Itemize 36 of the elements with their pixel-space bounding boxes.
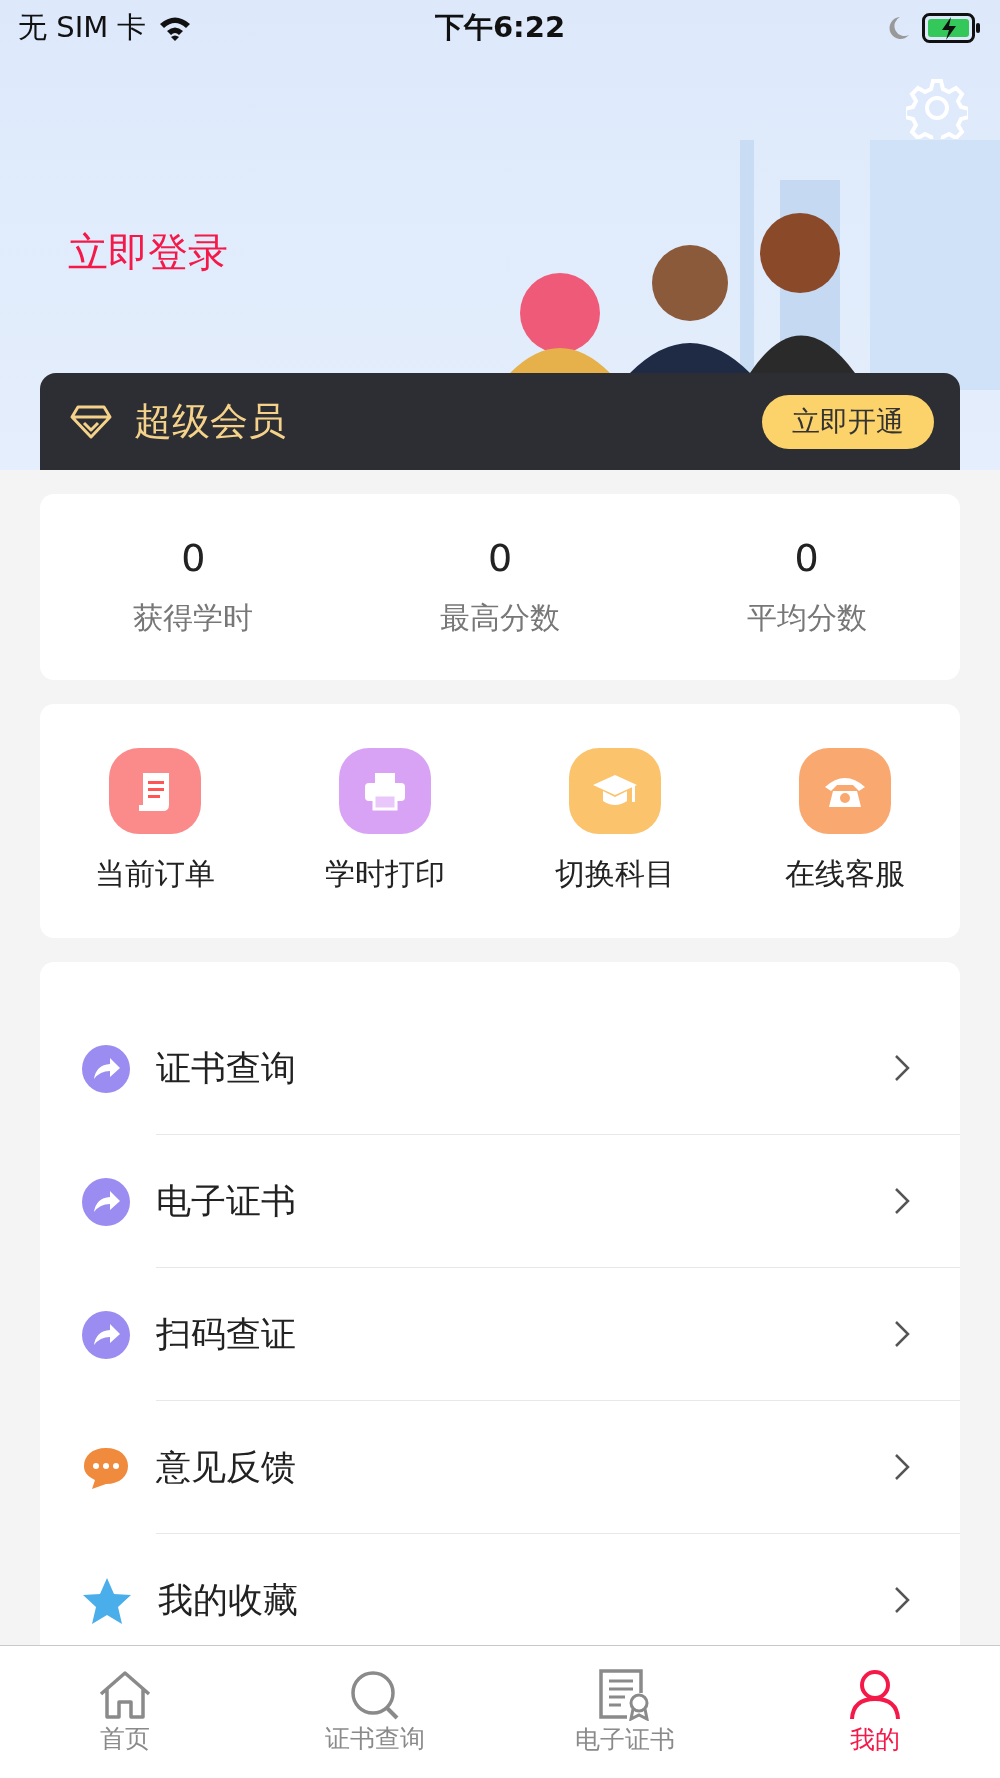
clock-time: 下午6:22 xyxy=(434,8,566,46)
menu-item[interactable]: 电子证书 xyxy=(156,1177,296,1225)
stat-value: 0 xyxy=(794,535,819,580)
shortcut-label[interactable]: 切换科目 xyxy=(555,853,675,895)
shortcut-label[interactable]: 当前订单 xyxy=(95,853,215,895)
shortcut-icon[interactable] xyxy=(339,747,431,834)
person-icon xyxy=(847,1668,903,1721)
chevron-right-icon xyxy=(894,1453,910,1481)
stat-label: 平均分数 xyxy=(746,598,867,637)
carrier-label: 无 SIM 卡 xyxy=(18,8,147,46)
stat-label: 获得学时 xyxy=(133,598,254,637)
battery-icon xyxy=(922,12,982,43)
shortcut-label[interactable]: 学时打印 xyxy=(325,853,445,895)
settings-icon[interactable] xyxy=(906,77,968,139)
stat-value: 0 xyxy=(181,535,206,580)
menu-item[interactable]: 我的收藏 xyxy=(158,1576,298,1624)
chat-bubble-icon xyxy=(82,1445,130,1490)
star-icon xyxy=(82,1576,132,1625)
diamond-icon xyxy=(70,403,112,440)
vip-title: 超级会员 xyxy=(134,398,286,445)
activate-button[interactable]: 立即开通 xyxy=(762,394,934,449)
stat-label: 最高分数 xyxy=(440,598,560,637)
tab-item[interactable]: 我的 xyxy=(750,1646,1000,1778)
menu-item[interactable]: 扫码查证 xyxy=(156,1310,296,1358)
chevron-right-icon xyxy=(894,1320,910,1348)
home-icon xyxy=(97,1669,153,1720)
chevron-right-icon xyxy=(894,1187,910,1215)
stat-value: 0 xyxy=(487,535,513,580)
shortcut-icon[interactable] xyxy=(799,747,891,834)
menu-item[interactable]: 意见反馈 xyxy=(156,1443,296,1491)
chevron-right-icon xyxy=(894,1586,910,1614)
menu-item[interactable]: 证书查询 xyxy=(156,1044,296,1092)
chevron-right-icon xyxy=(894,1054,910,1082)
shortcut-label[interactable]: 在线客服 xyxy=(785,853,905,895)
shortcut-icon[interactable] xyxy=(109,747,201,834)
shortcut-icon[interactable] xyxy=(569,747,661,834)
